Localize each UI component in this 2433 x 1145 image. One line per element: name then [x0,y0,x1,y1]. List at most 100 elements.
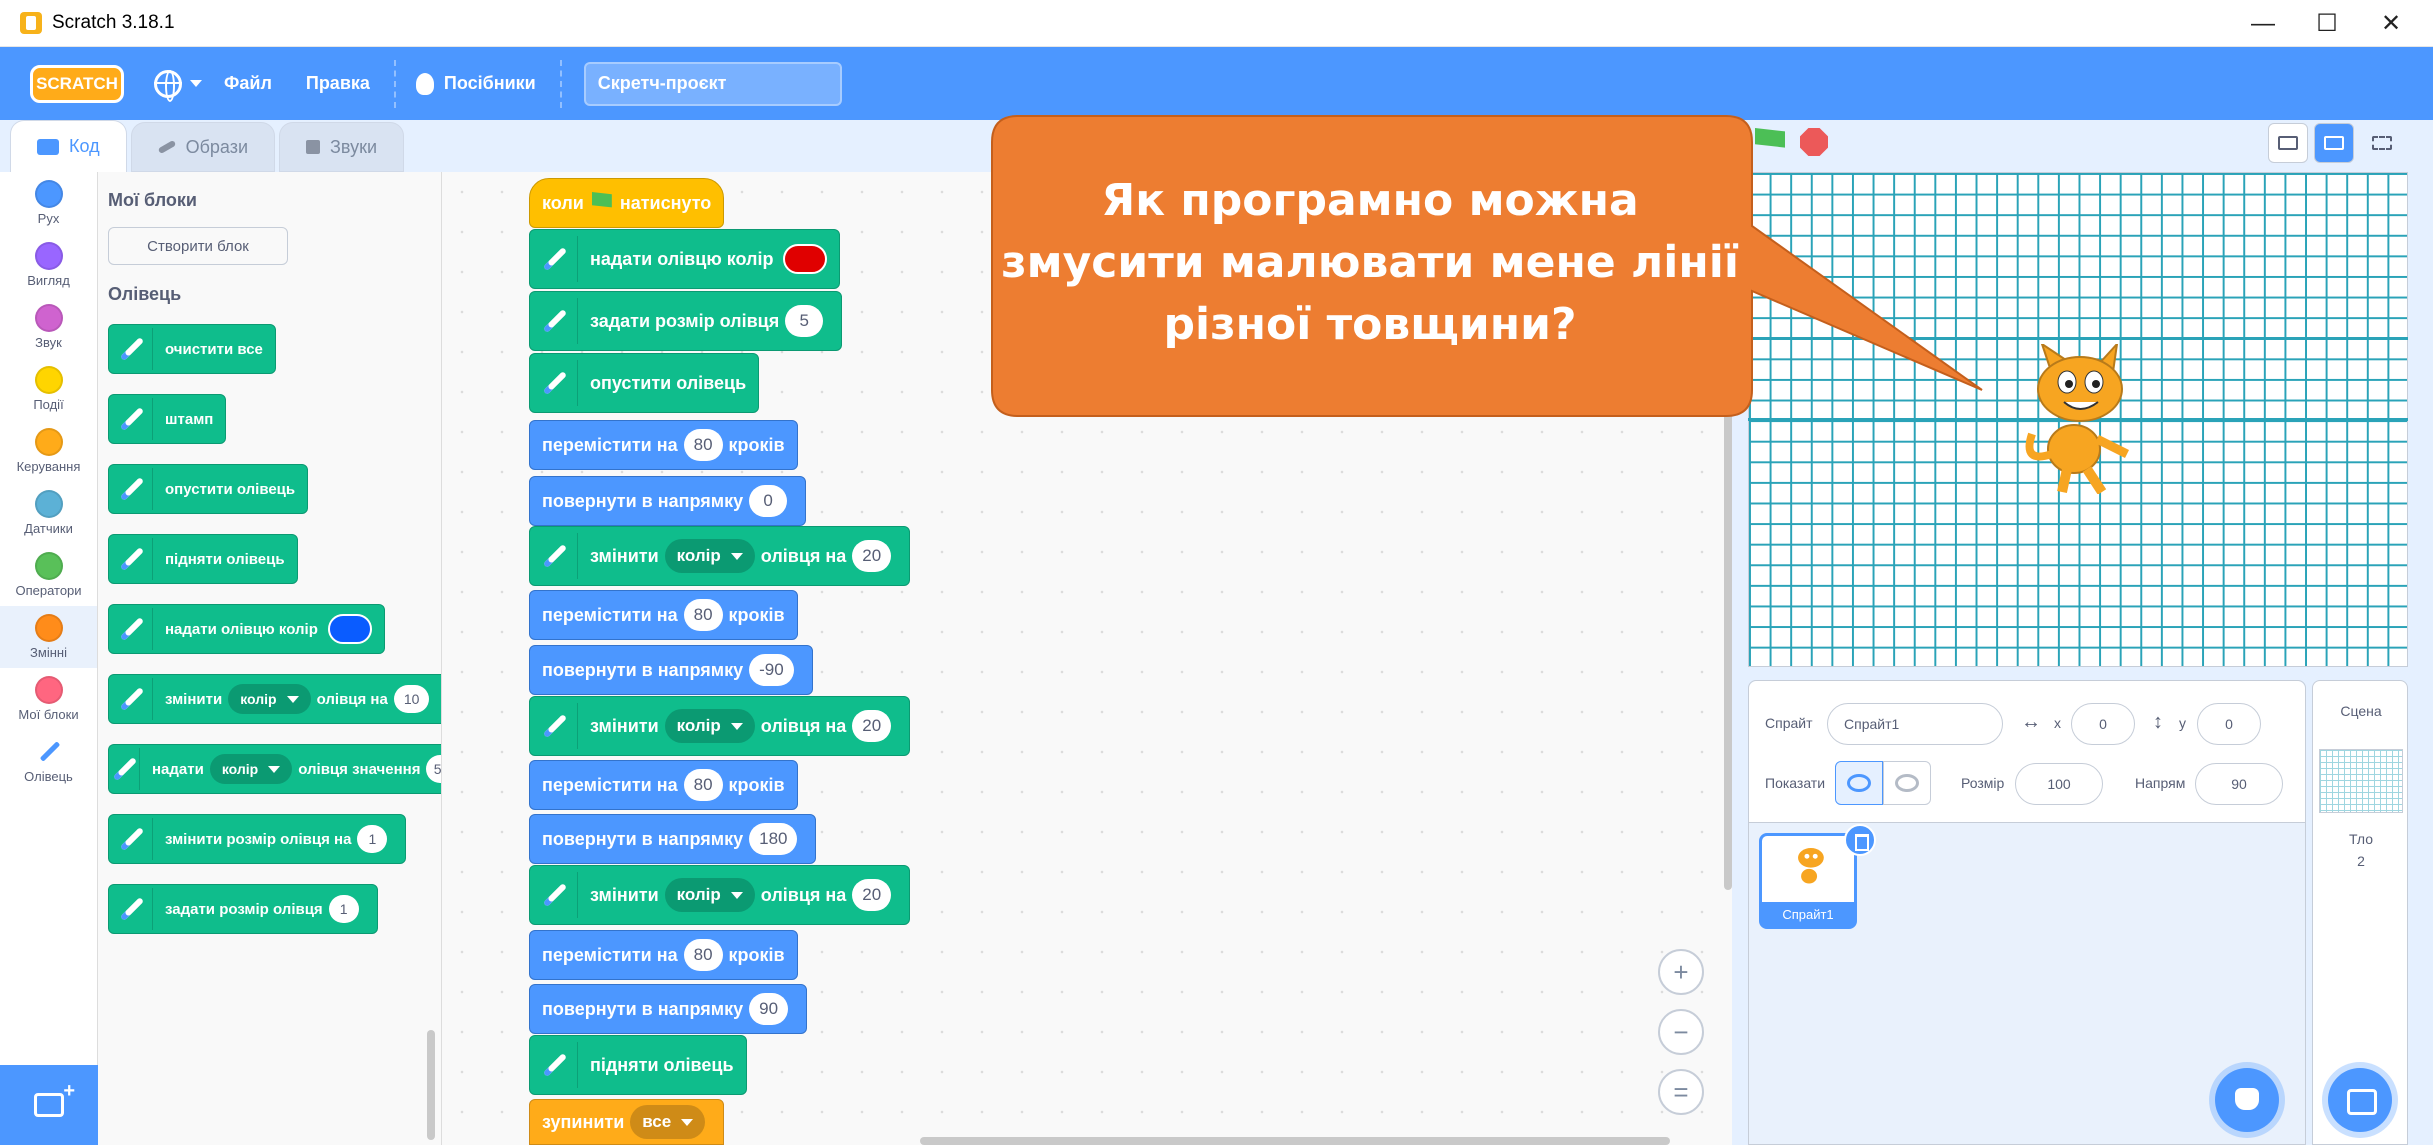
palette-set-param-block[interactable]: надати колір олівця значення 50 [108,744,441,794]
move-steps-block[interactable]: перемістити на 80 кроків [529,760,798,810]
x-input[interactable]: 0 [2071,703,2135,745]
backdrop-thumbnail[interactable] [2319,749,2403,813]
zoom-reset-icon[interactable]: = [1658,1069,1704,1115]
hide-sprite-button[interactable] [1883,761,1931,805]
set-pen-color-block[interactable]: надати олівцю колір [529,229,841,289]
scratch-logo[interactable]: SCRATCH [30,64,124,103]
number-input[interactable]: 20 [852,710,892,742]
pen-color-swatch[interactable] [783,244,828,274]
param-dropdown[interactable]: колір [664,539,755,573]
y-input[interactable]: 0 [2197,703,2261,745]
sprite-tile[interactable]: Спрайт1 [1759,824,1876,929]
category-sound[interactable]: Звук [0,296,97,358]
number-input[interactable]: 80 [683,769,723,801]
language-caret-icon[interactable] [190,80,202,87]
param-dropdown[interactable]: колір [664,709,755,743]
project-title-input[interactable]: Скретч-проєкт [583,61,842,106]
palette-pen-up-block[interactable]: підняти олівець [108,534,298,584]
number-input[interactable]: 10 [393,685,430,713]
when-flag-clicked-block[interactable]: коли натиснуто [529,178,725,228]
point-direction-block[interactable]: повернути в напрямку 90 [529,984,808,1034]
number-input[interactable]: -90 [749,654,794,686]
number-input[interactable]: 5 [785,305,824,337]
palette-change-size-block[interactable]: змінити розмір олівця на 1 [108,814,407,864]
pen-icon [111,398,153,440]
move-steps-block[interactable]: перемістити на 80 кроків [529,420,798,470]
stop-dropdown[interactable]: все [630,1105,706,1139]
palette-set-color-block[interactable]: надати олівцю колір [108,604,385,654]
number-input[interactable]: 90 [749,993,789,1025]
number-input[interactable]: 80 [683,599,723,631]
move-steps-block[interactable]: перемістити на 80 кроків [529,930,798,980]
number-input[interactable]: 50 [426,755,441,783]
delete-sprite-icon[interactable] [1844,824,1876,856]
palette-set-size-block[interactable]: задати розмір олівця 1 [108,884,378,934]
make-block-button[interactable]: Створити блок [108,227,288,265]
change-pen-param-block[interactable]: змінити колір олівця на 20 [529,526,911,586]
category-motion[interactable]: Рух [0,172,97,234]
pen-icon [532,703,578,749]
category-my-blocks[interactable]: Мої блоки [0,668,97,730]
param-dropdown[interactable]: колір [209,754,293,784]
point-direction-block[interactable]: повернути в напрямку -90 [529,645,813,695]
tab-costumes[interactable]: Образи [130,122,276,172]
maximize-button[interactable]: ☐ [2300,0,2354,47]
language-globe-icon[interactable] [154,69,182,102]
pen-up-block[interactable]: підняти олівець [529,1035,747,1095]
zoom-out-icon[interactable]: − [1658,1009,1704,1055]
category-looks[interactable]: Вигляд [0,234,97,296]
pen-down-block[interactable]: опустити олівець [529,353,760,413]
category-variables[interactable]: Змінні [0,606,97,668]
tab-code[interactable]: Код [10,120,127,172]
direction-input[interactable]: 90 [2195,763,2283,805]
zoom-in-icon[interactable]: + [1658,949,1704,995]
number-input[interactable]: 180 [749,823,798,855]
add-sprite-button[interactable] [2215,1068,2279,1132]
number-input[interactable]: 80 [683,939,723,971]
number-input[interactable]: 0 [749,485,788,517]
cat-sprite[interactable] [2012,344,2142,494]
add-extension-button[interactable] [0,1065,98,1145]
edit-menu[interactable]: Правка [306,73,370,94]
param-dropdown[interactable]: колір [228,684,311,714]
number-input[interactable]: 1 [357,825,388,853]
number-input[interactable]: 80 [683,429,723,461]
workspace-horizontal-scrollbar[interactable] [920,1137,1670,1145]
palette-scrollbar[interactable] [427,1030,435,1140]
point-direction-block[interactable]: повернути в напрямку 0 [529,476,807,526]
category-pen[interactable]: Олівець [0,730,97,792]
change-pen-param-block[interactable]: змінити колір олівця на 20 [529,865,911,925]
point-direction-block[interactable]: повернути в напрямку 180 [529,814,817,864]
palette-stamp-block[interactable]: штамп [108,394,227,444]
number-input[interactable]: 1 [328,895,359,923]
size-input[interactable]: 100 [2015,763,2103,805]
tutorials-menu[interactable]: Посібники [444,73,536,94]
category-events[interactable]: Події [0,358,97,420]
move-steps-block[interactable]: перемістити на 80 кроків [529,590,798,640]
palette-change-param-block[interactable]: змінити колір олівця на 10 [108,674,441,724]
fullscreen-button[interactable] [2362,123,2402,163]
category-sensing[interactable]: Датчики [0,482,97,544]
color-swatch[interactable] [327,614,372,644]
change-pen-param-block[interactable]: змінити колір олівця на 20 [529,696,911,756]
palette-clear-block[interactable]: очистити все [108,324,276,374]
small-stage-button[interactable] [2268,123,2308,163]
add-backdrop-button[interactable] [2328,1068,2392,1132]
set-pen-size-block[interactable]: задати розмір олівця 5 [529,291,843,351]
tutorials-bulb-icon[interactable] [415,72,434,95]
close-button[interactable]: ✕ [2364,0,2418,47]
number-input[interactable]: 20 [852,540,892,572]
show-sprite-button[interactable] [1835,761,1883,805]
param-dropdown[interactable]: колір [664,878,755,912]
large-stage-button[interactable] [2314,123,2354,163]
category-operators[interactable]: Оператори [0,544,97,606]
file-menu[interactable]: Файл [224,73,272,94]
number-input[interactable]: 20 [852,879,892,911]
workspace-vertical-scrollbar[interactable] [1724,400,1732,890]
tab-sounds[interactable]: Звуки [279,122,405,172]
minimize-button[interactable]: — [2236,0,2290,47]
category-control[interactable]: Керування [0,420,97,482]
stop-all-block[interactable]: зупинити все [529,1099,725,1145]
sprite-name-input[interactable]: Спрайт1 [1827,703,2003,745]
palette-pen-down-block[interactable]: опустити олівець [108,464,309,514]
